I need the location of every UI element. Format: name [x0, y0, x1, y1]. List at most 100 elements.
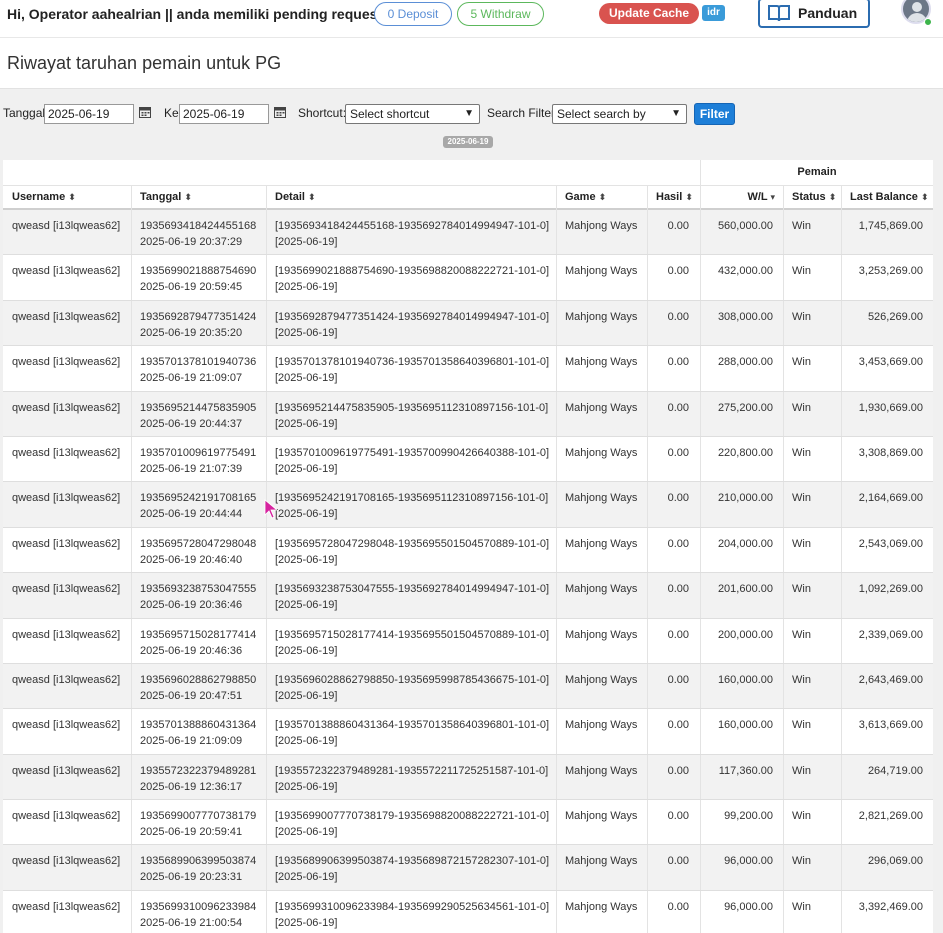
filter-button[interactable]: Filter — [694, 103, 735, 125]
cell-game: Mahjong Ways — [565, 356, 638, 369]
detail-date: [2025-06-19] — [275, 417, 338, 430]
cell-status: Win — [792, 855, 811, 868]
calendar-icon[interactable] — [274, 106, 286, 118]
cell-detail[interactable]: [1935699007770738179-1935698820088222721… — [275, 808, 549, 840]
search-filter-select-value: Select search by — [557, 107, 646, 121]
detail-link[interactable]: [1935693418424455168-1935692784014994947… — [275, 218, 549, 234]
cell-detail[interactable]: [1935695214475835905-1935695112310897156… — [275, 400, 548, 432]
detail-link[interactable]: [1935572322379489281-1935572211725251587… — [275, 763, 548, 779]
detail-link[interactable]: [1935701009619775491-1935700990426640388… — [275, 445, 549, 461]
guide-button[interactable]: Panduan — [758, 0, 870, 28]
bet-id: 1935696028862798850 — [140, 673, 257, 686]
col-username[interactable]: Username ⬍ — [3, 186, 131, 210]
table-body: qweasd [i13lqweas62] 1935693418424455168 2… — [3, 210, 933, 933]
search-filter-select[interactable]: Select search by ▼ — [552, 104, 687, 124]
cell-wl: 200,000.00 — [717, 628, 773, 641]
search-filter-label: Search Filter: — [487, 106, 559, 120]
bet-time: 2025-06-19 20:46:40 — [140, 553, 243, 566]
col-status[interactable]: Status ⬍ — [783, 186, 841, 210]
cell-username: qweasd [i13lqweas62] — [12, 673, 121, 686]
sort-icon: ⬍ — [68, 192, 76, 202]
update-cache-button[interactable]: Update Cache — [599, 3, 699, 24]
pending-deposit-button[interactable]: 0 Deposit — [374, 2, 452, 26]
table-group-header: Pemain — [3, 160, 933, 186]
cell-detail[interactable]: [1935693238753047555-1935692784014994947… — [275, 581, 549, 613]
bet-time: 2025-06-19 20:44:44 — [140, 508, 243, 521]
date-from-input[interactable] — [44, 104, 134, 124]
bet-id: 1935701388860431364 — [140, 719, 257, 732]
detail-link[interactable]: [1935701378101940736-1935701358640396801… — [275, 354, 549, 370]
cell-last-balance: 3,392,469.00 — [858, 900, 923, 913]
main-content: Tanggal Ke Shortcut: Select shortcut ▼ S… — [0, 89, 943, 933]
cell-hasil: 0.00 — [667, 446, 689, 459]
bet-time: 2025-06-19 20:37:29 — [140, 236, 243, 248]
cell-tanggal: 1935695728047298048 2025-06-19 20:46:40 — [140, 536, 256, 568]
cell-detail[interactable]: [1935701388860431364-1935701358640396801… — [275, 717, 549, 749]
cell-detail[interactable]: [1935699310096233984-1935699290525634561… — [275, 899, 549, 931]
cell-hasil: 0.00 — [667, 764, 689, 777]
cell-detail[interactable]: [1935693418424455168-1935692784014994947… — [275, 218, 549, 250]
bet-id: 1935695715028177414 — [140, 628, 257, 641]
cell-detail[interactable]: [1935695728047298048-1935695501504570889… — [275, 536, 549, 568]
detail-date: [2025-06-19] — [275, 462, 338, 475]
col-detail[interactable]: Detail ⬍ — [266, 186, 556, 210]
cell-detail[interactable]: [1935696028862798850-1935695998785436675… — [275, 672, 549, 704]
detail-link[interactable]: [1935695728047298048-1935695501504570889… — [275, 536, 549, 552]
detail-link[interactable]: [1935689906399503874-1935689872157282307… — [275, 853, 549, 869]
cell-game: Mahjong Ways — [565, 900, 638, 913]
detail-link[interactable]: [1935701388860431364-1935701358640396801… — [275, 717, 549, 733]
detail-link[interactable]: [1935699310096233984-1935699290525634561… — [275, 899, 549, 915]
detail-date: [2025-06-19] — [275, 826, 338, 839]
detail-link[interactable]: [1935692879477351424-1935692784014994947… — [275, 309, 549, 325]
col-tanggal[interactable]: Tanggal ⬍ — [131, 186, 266, 210]
detail-date: [2025-06-19] — [275, 326, 338, 339]
calendar-icon[interactable] — [139, 106, 151, 118]
cell-detail[interactable]: [1935689906399503874-1935689872157282307… — [275, 853, 549, 885]
col-last-balance[interactable]: Last Balance ⬍ — [841, 186, 933, 210]
cell-game: Mahjong Ways — [565, 220, 638, 232]
cell-detail[interactable]: [1935692879477351424-1935692784014994947… — [275, 309, 549, 341]
detail-link[interactable]: [1935695214475835905-1935695112310897156… — [275, 400, 548, 416]
cell-wl: 210,000.00 — [717, 492, 773, 505]
cell-game: Mahjong Ways — [565, 583, 638, 596]
bet-id: 1935699021888754690 — [140, 265, 257, 278]
cell-wl: 275,200.00 — [717, 401, 773, 414]
cell-username: qweasd [i13lqweas62] — [12, 401, 121, 414]
detail-date: [2025-06-19] — [275, 689, 338, 702]
detail-link[interactable]: [1935699007770738179-1935698820088222721… — [275, 808, 549, 824]
cell-detail[interactable]: [1935701378101940736-1935701358640396801… — [275, 354, 549, 386]
cell-hasil: 0.00 — [667, 900, 689, 913]
cell-last-balance: 3,308,869.00 — [858, 446, 923, 459]
sort-icon: ⬍ — [308, 192, 316, 202]
bet-time: 2025-06-19 20:47:51 — [140, 689, 243, 702]
table-row: qweasd [i13lqweas62] 1935699007770738179 2… — [3, 800, 933, 846]
detail-link[interactable]: [1935693238753047555-1935692784014994947… — [275, 581, 549, 597]
detail-link[interactable]: [1935696028862798850-1935695998785436675… — [275, 672, 549, 688]
detail-date: [2025-06-19] — [275, 871, 338, 884]
currency-badge: idr — [702, 5, 725, 21]
cell-status: Win — [792, 673, 811, 686]
pending-withdraw-button[interactable]: 5 Withdraw — [457, 2, 544, 26]
detail-date: [2025-06-19] — [275, 735, 338, 748]
cell-detail[interactable]: [1935572322379489281-1935572211725251587… — [275, 763, 548, 795]
cell-detail[interactable]: [1935695242191708165-1935695112310897156… — [275, 490, 548, 522]
cell-detail[interactable]: [1935699021888754690-1935698820088222721… — [275, 263, 549, 295]
shortcut-select[interactable]: Select shortcut ▼ — [345, 104, 480, 124]
cell-hasil: 0.00 — [667, 492, 689, 505]
date-to-input[interactable] — [179, 104, 269, 124]
col-wl[interactable]: W/L ▾ — [700, 186, 783, 210]
detail-link[interactable]: [1935695242191708165-1935695112310897156… — [275, 490, 548, 506]
cell-wl: 160,000.00 — [717, 719, 773, 732]
cell-detail[interactable]: [1935701009619775491-1935700990426640388… — [275, 445, 549, 477]
bet-time: 2025-06-19 20:59:45 — [140, 281, 243, 294]
cell-username: qweasd [i13lqweas62] — [12, 220, 121, 232]
detail-link[interactable]: [1935699021888754690-1935698820088222721… — [275, 263, 549, 279]
cell-hasil: 0.00 — [667, 719, 689, 732]
col-game[interactable]: Game ⬍ — [556, 186, 647, 210]
cell-hasil: 0.00 — [667, 220, 689, 232]
cell-hasil: 0.00 — [667, 537, 689, 550]
cell-detail[interactable]: [1935695715028177414-1935695501504570889… — [275, 627, 549, 659]
col-hasil[interactable]: Hasil ⬍ — [647, 186, 700, 210]
table-row: qweasd [i13lqweas62] 1935699310096233984 2… — [3, 890, 933, 933]
detail-link[interactable]: [1935695715028177414-1935695501504570889… — [275, 627, 549, 643]
